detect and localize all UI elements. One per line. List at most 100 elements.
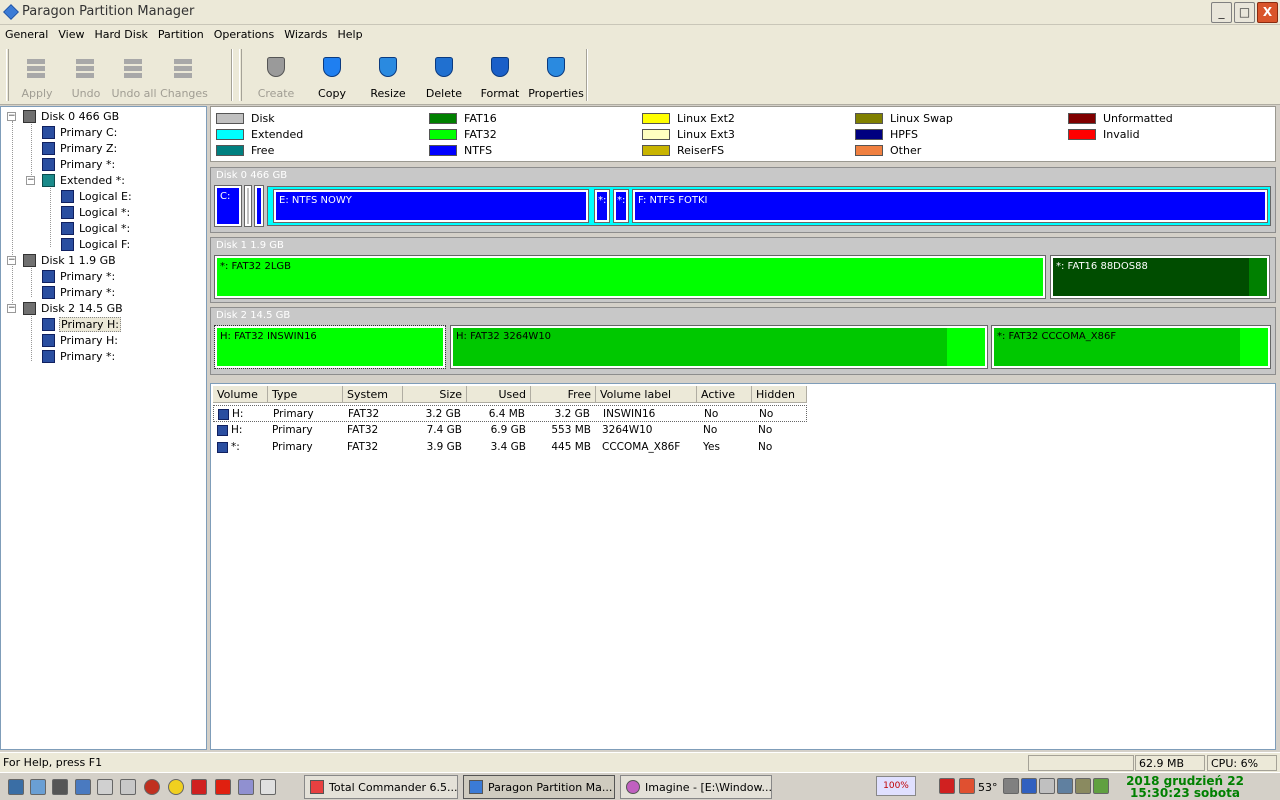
toolbar-grip[interactable] — [6, 49, 9, 101]
tree-disk1-primary-2[interactable]: Primary *: — [1, 285, 201, 301]
col-volume[interactable]: Volume — [213, 386, 268, 403]
apply-button[interactable]: Apply — [13, 51, 61, 101]
recycle-bin-icon[interactable] — [30, 779, 46, 795]
table-row[interactable]: H: Primary FAT32 3.2 GB 6.4 MB 3.2 GB IN… — [213, 405, 807, 422]
menu-general[interactable]: General — [0, 25, 53, 41]
partition-primary-star[interactable] — [254, 185, 264, 227]
table-row[interactable]: *: Primary FAT32 3.9 GB 3.4 GB 445 MB CC… — [213, 439, 807, 456]
clock[interactable]: 2018 grudzień 22 15:30:23 sobota — [1110, 775, 1260, 799]
legend-item-linux-ext2: Linux Ext2 — [642, 112, 842, 126]
zip-icon[interactable] — [260, 779, 276, 795]
resize-button[interactable]: Resize — [364, 51, 412, 101]
tree-disk-1[interactable]: − Disk 1 1.9 GB — [1, 253, 201, 269]
monitor-icon[interactable] — [959, 778, 975, 794]
collapse-icon[interactable]: − — [7, 112, 16, 121]
tree-logical-star-2[interactable]: Logical *: — [1, 221, 201, 237]
col-size[interactable]: Size — [403, 386, 467, 403]
network-icon[interactable] — [1039, 778, 1055, 794]
tree-primary-star[interactable]: Primary *: — [1, 157, 201, 173]
col-volume-label[interactable]: Volume label — [596, 386, 697, 403]
partition-logical-star-1[interactable]: *: — [594, 189, 610, 223]
partition-logical-star-2[interactable]: *: — [613, 189, 629, 223]
tree-disk-0[interactable]: − Disk 0 466 GB — [1, 109, 201, 125]
delete-button[interactable]: Delete — [420, 51, 468, 101]
maximize-button[interactable]: □ — [1234, 2, 1255, 23]
window-app-icon[interactable] — [120, 779, 136, 795]
tools-icon[interactable] — [238, 779, 254, 795]
close-button[interactable]: X — [1257, 2, 1278, 23]
pdf-icon[interactable] — [215, 779, 231, 795]
undo-all-button[interactable]: Undo all — [110, 51, 158, 101]
tree-logical-e[interactable]: Logical E: — [1, 189, 201, 205]
partition-fat32-2lgb[interactable]: *: FAT32 2LGB — [214, 255, 1046, 299]
partition-e-ntfs-nowy[interactable]: E: NTFS NOWY — [273, 189, 589, 223]
col-type[interactable]: Type — [268, 386, 343, 403]
zoom-indicator[interactable]: 100% — [876, 776, 916, 796]
cell-size: 7.4 GB — [426, 424, 462, 436]
properties-button[interactable]: Properties — [528, 51, 584, 101]
tree-disk1-primary-1-label: Primary *: — [60, 270, 116, 283]
copy-button[interactable]: Copy — [308, 51, 356, 101]
tree-extended[interactable]: − Extended *: — [1, 173, 201, 189]
collapse-icon[interactable]: − — [7, 304, 16, 313]
apply-icon — [24, 55, 50, 81]
speaker-icon[interactable] — [1003, 778, 1019, 794]
tree-primary-c[interactable]: Primary C: — [1, 125, 201, 141]
menu-hard-disk[interactable]: Hard Disk — [89, 25, 152, 41]
partition-h-inswin16[interactable]: H: FAT32 INSWIN16 — [214, 325, 446, 369]
partition-h-3264w10[interactable]: H: FAT32 3264W10 — [450, 325, 988, 369]
collapse-icon[interactable]: − — [7, 256, 16, 265]
zip-tray-icon[interactable] — [1021, 778, 1037, 794]
task-imagine[interactable]: Imagine - [E:\Window... — [620, 775, 772, 799]
col-free[interactable]: Free — [531, 386, 596, 403]
shield-icon[interactable] — [191, 779, 207, 795]
menu-view[interactable]: View — [53, 25, 89, 41]
tree-disk1-primary-1[interactable]: Primary *: — [1, 269, 201, 285]
disk-tray-icon[interactable] — [1075, 778, 1091, 794]
col-system[interactable]: System — [343, 386, 403, 403]
scanner-icon[interactable] — [75, 779, 91, 795]
format-button[interactable]: Format — [476, 51, 524, 101]
tree-disk2-primary-h-2[interactable]: Primary H: — [1, 333, 201, 349]
task-total-commander[interactable]: Total Commander 6.5... — [304, 775, 458, 799]
extended-partition-icon — [42, 174, 55, 187]
tree-disk2-primary-star[interactable]: Primary *: — [1, 349, 201, 365]
col-hidden[interactable]: Hidden — [752, 386, 807, 403]
menu-partition[interactable]: Partition — [153, 25, 209, 41]
update-icon[interactable] — [1093, 778, 1109, 794]
ati-icon[interactable] — [939, 778, 955, 794]
tree-disk2-primary-h-1[interactable]: Primary H: — [1, 317, 201, 333]
collapse-icon[interactable]: − — [26, 176, 35, 185]
menu-help[interactable]: Help — [333, 25, 368, 41]
show-desktop-icon[interactable] — [8, 779, 24, 795]
undo-button[interactable]: Undo — [62, 51, 110, 101]
create-button[interactable]: Create — [252, 51, 300, 101]
minimize-button[interactable]: _ — [1211, 2, 1232, 23]
tree-logical-f[interactable]: Logical F: — [1, 237, 201, 253]
changes-button[interactable]: Changes — [158, 51, 210, 101]
partition-icon — [61, 222, 74, 235]
smiley-icon[interactable] — [168, 779, 184, 795]
tree-primary-z[interactable]: Primary Z: — [1, 141, 201, 157]
col-used[interactable]: Used — [467, 386, 531, 403]
terminal-icon[interactable] — [52, 779, 68, 795]
tree-disk-2[interactable]: − Disk 2 14.5 GB — [1, 301, 201, 317]
partition-f-ntfs-fotki[interactable]: F: NTFS FOTKI — [632, 189, 1268, 223]
keyboard-icon[interactable] — [1057, 778, 1073, 794]
task-paragon[interactable]: Paragon Partition Ma... — [463, 775, 615, 799]
menu-wizards[interactable]: Wizards — [279, 25, 332, 41]
partition-c[interactable]: C: — [214, 185, 242, 227]
partition-z[interactable] — [244, 185, 252, 227]
tree-logical-star-1[interactable]: Logical *: — [1, 205, 201, 221]
menu-operations[interactable]: Operations — [209, 25, 279, 41]
col-active[interactable]: Active — [697, 386, 752, 403]
calculator-icon[interactable] — [97, 779, 113, 795]
legend-label: Linux Ext3 — [677, 128, 735, 141]
table-row[interactable]: H: Primary FAT32 7.4 GB 6.9 GB 553 MB 32… — [213, 422, 807, 439]
legend-item-unformatted: Unformatted — [1068, 112, 1268, 126]
legend-label: Other — [890, 144, 922, 157]
bug-icon[interactable] — [144, 779, 160, 795]
toolbar-grip-2[interactable] — [239, 49, 242, 101]
partition-cccoma-x86f[interactable]: *: FAT32 CCCOMA_X86F — [991, 325, 1271, 369]
partition-fat16-88dos88[interactable]: *: FAT16 88DOS88 — [1050, 255, 1270, 299]
